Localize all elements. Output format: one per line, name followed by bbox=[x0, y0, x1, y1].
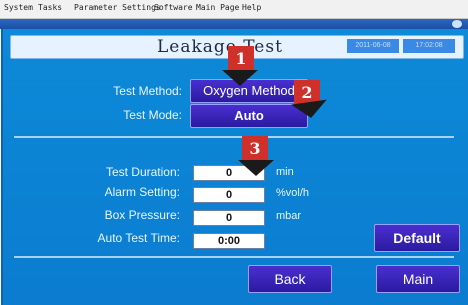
annotation-badge-3: 3 bbox=[242, 136, 268, 162]
arrow-down-icon bbox=[222, 70, 258, 86]
back-button[interactable]: Back bbox=[248, 265, 332, 293]
arrow-down-icon bbox=[238, 160, 274, 176]
page-title: Leakage Test bbox=[157, 37, 283, 57]
box-pressure-field[interactable]: 0 bbox=[193, 210, 265, 226]
window-control-icon[interactable] bbox=[452, 20, 462, 28]
menu-system[interactable]: System bbox=[4, 3, 33, 12]
alarm-setting-unit: %vol/h bbox=[276, 187, 310, 199]
time-display: 17:02:08 bbox=[403, 39, 455, 53]
box-pressure-label: Box Pressure: bbox=[104, 208, 180, 222]
test-mode-label: Test Mode: bbox=[123, 108, 182, 122]
box-pressure-unit: mbar bbox=[276, 210, 302, 222]
alarm-setting-field[interactable]: 0 bbox=[193, 187, 265, 203]
auto-test-time-label: Auto Test Time: bbox=[97, 231, 180, 245]
section-divider bbox=[14, 136, 454, 138]
bottom-divider bbox=[14, 256, 454, 258]
alarm-setting-label: Alarm Setting: bbox=[104, 185, 180, 199]
main-button[interactable]: Main bbox=[376, 265, 460, 293]
menu-bar: System Tasks Parameter Settings Software… bbox=[0, 0, 468, 19]
test-duration-unit: min bbox=[276, 166, 294, 178]
test-method-label: Test Method: bbox=[113, 84, 182, 98]
date-display: 2011-06-08 bbox=[347, 39, 399, 53]
auto-test-time-field[interactable]: 0:00 bbox=[193, 233, 265, 249]
menu-tasks[interactable]: Tasks bbox=[38, 3, 62, 12]
menu-main-page[interactable]: Main Page bbox=[196, 3, 239, 12]
top-accent-bar bbox=[0, 19, 468, 29]
test-duration-label: Test Duration: bbox=[105, 165, 180, 179]
menu-parameter-settings[interactable]: Parameter Settings bbox=[74, 3, 161, 12]
annotation-badge-1: 1 bbox=[228, 46, 254, 72]
test-mode-selector[interactable]: Auto bbox=[190, 104, 308, 128]
default-button[interactable]: Default bbox=[374, 224, 460, 252]
menu-software[interactable]: Software bbox=[154, 3, 193, 12]
menu-help[interactable]: Help bbox=[242, 3, 261, 12]
